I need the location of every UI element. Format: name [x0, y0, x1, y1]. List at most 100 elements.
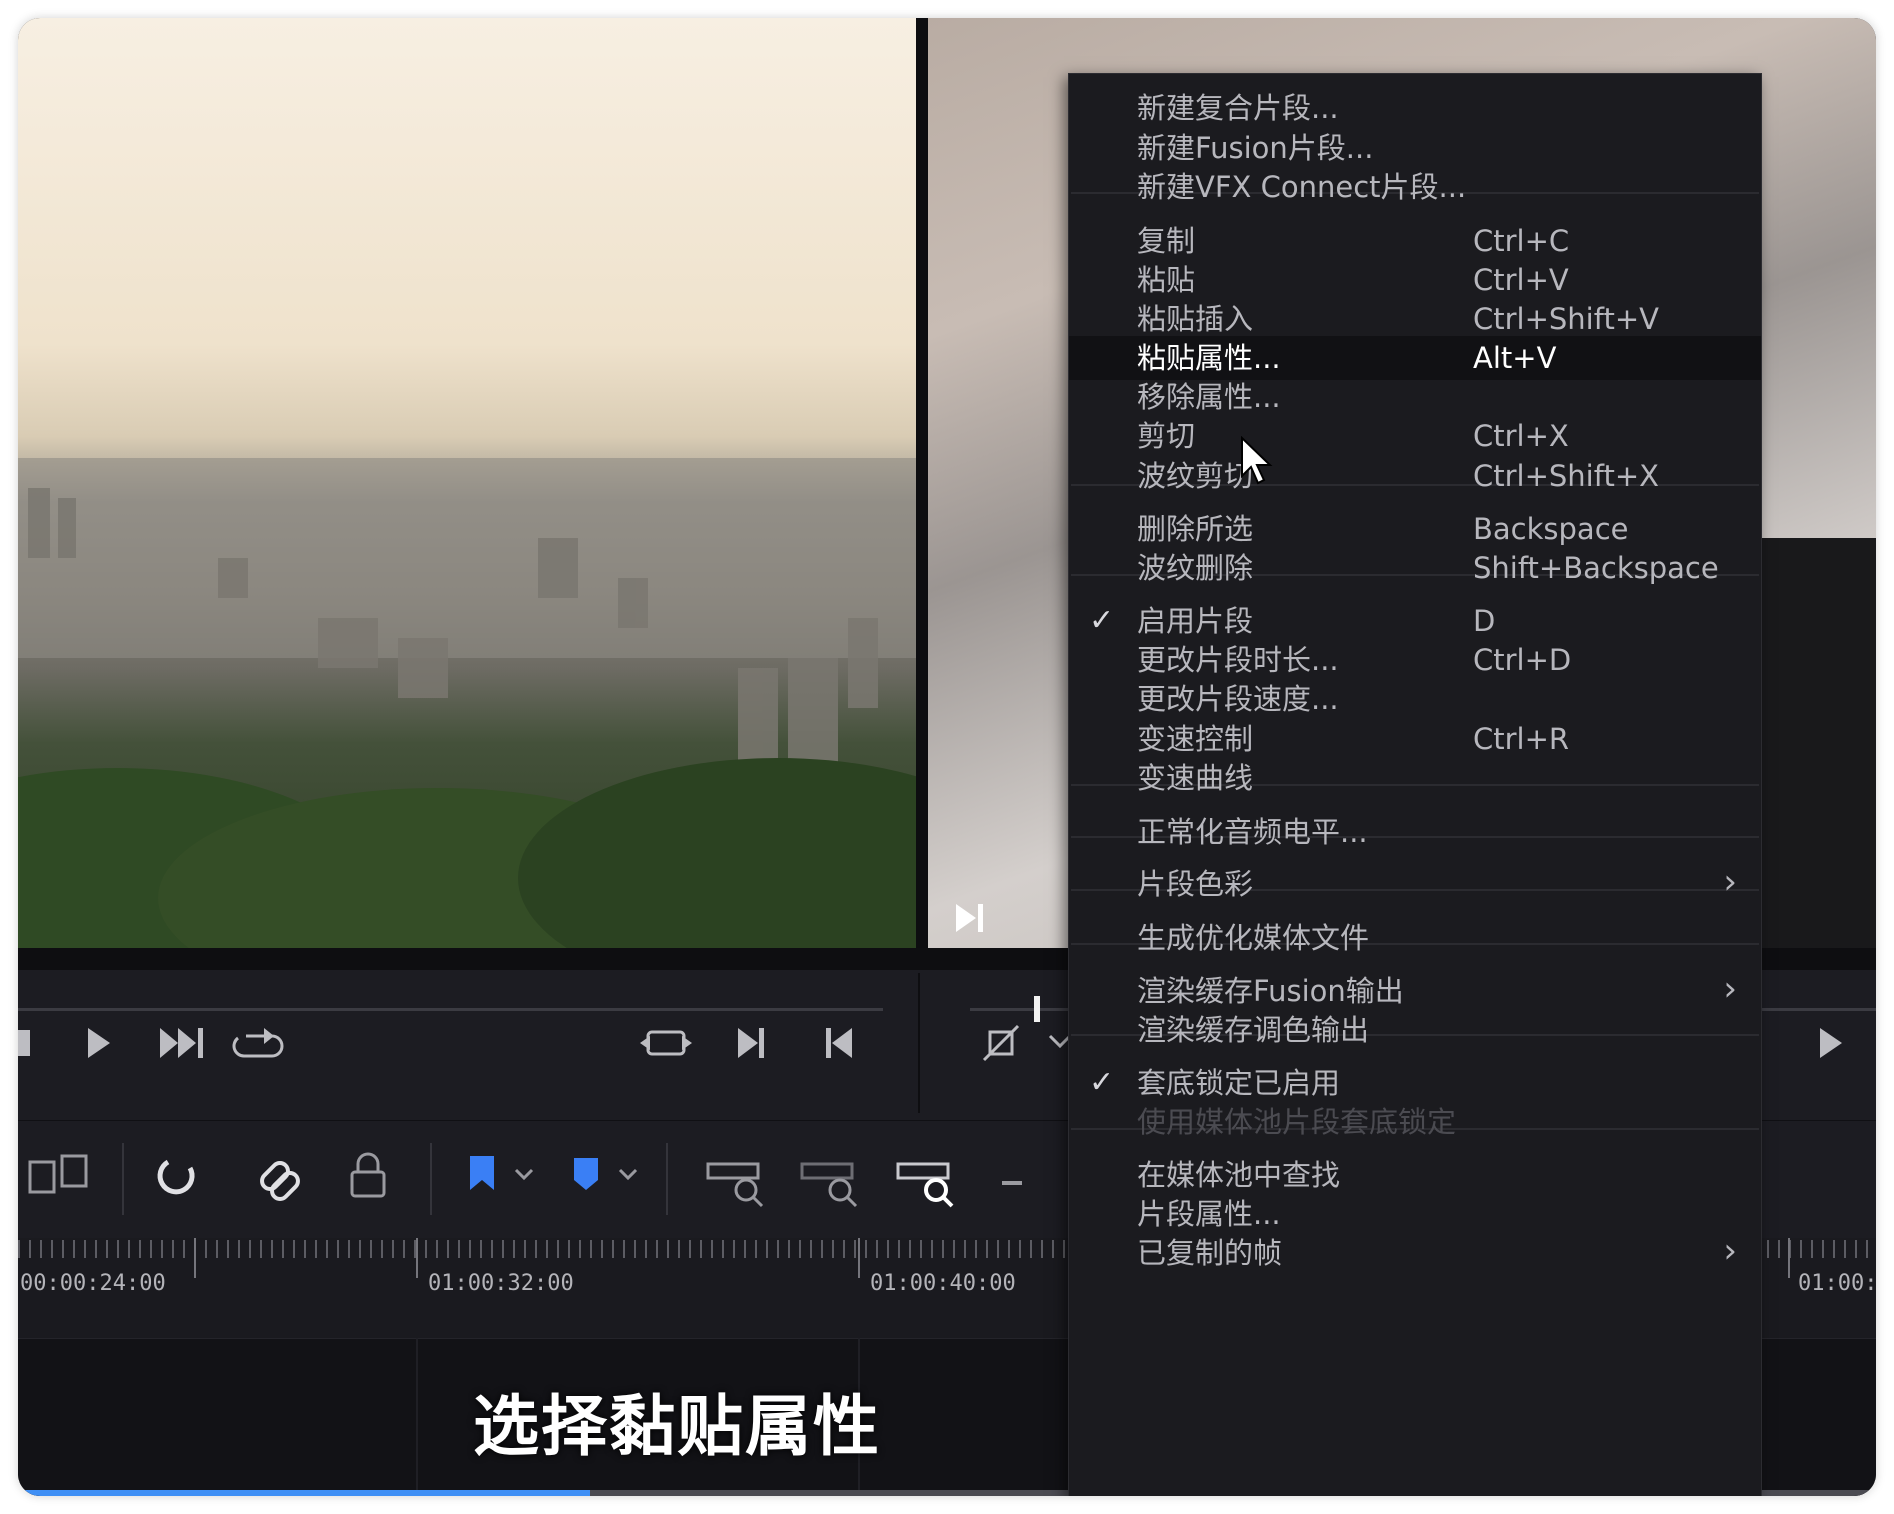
menu-item-label: 粘贴	[1137, 263, 1196, 297]
menu-item[interactable]: ✓ 启用片段 D	[1069, 599, 1761, 643]
menu-item-label: 渲染缓存Fusion输出	[1137, 974, 1404, 1008]
menu-item[interactable]: 渲染缓存调色输出	[1069, 1008, 1761, 1052]
menu-item[interactable]: 变速控制 Ctrl+R	[1069, 717, 1761, 761]
menu-item-label: 新建VFX Connect片段...	[1137, 170, 1467, 204]
menu-item-shortcut: D	[1473, 604, 1496, 638]
zoom-full-icon[interactable]	[706, 1162, 764, 1208]
menu-item-label: 新建Fusion片段...	[1137, 131, 1374, 165]
clip-boundary	[416, 1338, 418, 1496]
ruler-major-tick	[1788, 1238, 1790, 1278]
viewer-divider	[916, 18, 928, 953]
clip-context-menu: 新建复合片段... 新建Fusion片段... 新建VFX Connect片段...…	[1068, 73, 1762, 1496]
zoom-custom-icon[interactable]	[896, 1162, 954, 1208]
menu-item[interactable]: 片段属性...	[1069, 1192, 1761, 1236]
first-frame-icon[interactable]	[826, 1028, 852, 1058]
app-window: 00:00:24:00 01:00:32:00 01:00:40:00 01:0…	[18, 18, 1876, 1496]
menu-item-label: 片段色彩	[1137, 867, 1254, 901]
menu-item-label: 变速曲线	[1137, 761, 1254, 795]
menu-item-label: 粘贴属性...	[1137, 341, 1281, 375]
menu-item-label: 在媒体池中查找	[1137, 1158, 1341, 1192]
menu-item-label: 复制	[1137, 224, 1196, 258]
timecode-label: 00:00:24:00	[20, 1271, 166, 1296]
next-frame-overlay-icon	[956, 904, 983, 932]
marker-icon[interactable]	[574, 1158, 638, 1190]
ruler-major-tick	[416, 1238, 418, 1278]
source-viewer[interactable]	[18, 18, 916, 948]
menu-item-label: 粘贴插入	[1137, 302, 1254, 336]
menu-item[interactable]: 新建VFX Connect片段...	[1069, 165, 1761, 209]
menu-item[interactable]: 删除所选 Backspace	[1069, 507, 1761, 551]
submenu-arrow-icon: ›	[1723, 1231, 1737, 1271]
camera-object	[1756, 538, 1876, 948]
playback-progress[interactable]	[18, 1490, 590, 1496]
snap-icon[interactable]	[157, 1159, 195, 1195]
checkmark-icon: ✓	[1089, 603, 1115, 638]
menu-item-shortcut: Ctrl+Shift+X	[1473, 459, 1659, 493]
menu-item-label: 生成优化媒体文件	[1137, 921, 1370, 955]
menu-item-label: 已复制的帧	[1137, 1236, 1283, 1270]
menu-item[interactable]: 剪切 Ctrl+X	[1069, 414, 1761, 458]
menu-item-label: 片段属性...	[1137, 1197, 1281, 1231]
loop-icon[interactable]	[232, 1028, 284, 1058]
menu-item-shortcut: Backspace	[1473, 512, 1629, 546]
timecode-label: 01:00:40:00	[870, 1271, 1016, 1296]
menu-item-label: 渲染缓存调色输出	[1137, 1013, 1370, 1047]
menu-item[interactable]: 波纹删除 Shift+Backspace	[1069, 546, 1761, 590]
menu-item-shortcut: Ctrl+R	[1473, 722, 1570, 756]
menu-item-label: 剪切	[1137, 419, 1196, 453]
menu-item[interactable]: 复制 Ctrl+C	[1069, 219, 1761, 263]
lock-icon[interactable]	[350, 1152, 386, 1198]
menu-item-shortcut: Alt+V	[1473, 341, 1557, 375]
zoom-out-icon[interactable]	[1002, 1181, 1022, 1185]
menu-item[interactable]: 生成优化媒体文件	[1069, 916, 1761, 960]
city-skyline-image	[18, 458, 916, 948]
menu-item[interactable]: 变速曲线	[1069, 756, 1761, 800]
ruler-major-tick	[858, 1238, 860, 1278]
caption-subtitle: 选择黏贴属性	[473, 1388, 881, 1465]
menu-item-shortcut: Ctrl+V	[1473, 263, 1569, 297]
menu-item[interactable]: 移除属性...	[1069, 375, 1761, 419]
menu-item-label: 删除所选	[1137, 512, 1254, 546]
menu-item[interactable]: 新建Fusion片段...	[1069, 126, 1761, 170]
timecode-label: 01:00:56:00	[1798, 1271, 1876, 1296]
menu-item-label: 使用媒体池片段套底锁定	[1137, 1105, 1457, 1139]
stop-icon[interactable]	[18, 1030, 30, 1056]
crop-icon[interactable]	[982, 1024, 1072, 1062]
menu-item[interactable]: 在媒体池中查找	[1069, 1153, 1761, 1197]
menu-item-label: 新建复合片段...	[1137, 91, 1339, 125]
menu-item-shortcut: Ctrl+C	[1473, 224, 1570, 258]
menu-item[interactable]: 片段色彩 ›	[1069, 862, 1761, 906]
menu-item-label: 更改片段速度...	[1137, 682, 1339, 716]
swap-icon[interactable]	[28, 1154, 88, 1194]
flag-icon[interactable]	[470, 1156, 534, 1190]
menu-item-shortcut: Ctrl+X	[1473, 419, 1569, 453]
ruler-major-tick	[194, 1238, 196, 1278]
menu-item-label: 移除属性...	[1137, 380, 1281, 414]
menu-item[interactable]: 波纹剪切 Ctrl+Shift+X	[1069, 454, 1761, 498]
menu-item[interactable]: 更改片段速度...	[1069, 677, 1761, 721]
menu-item[interactable]: ✓ 套底锁定已启用	[1069, 1061, 1761, 1105]
mouse-cursor-icon	[1241, 436, 1273, 485]
menu-item[interactable]: 新建复合片段...	[1069, 86, 1761, 130]
zoom-detail-icon[interactable]	[800, 1162, 858, 1208]
menu-item[interactable]: 更改片段时长... Ctrl+D	[1069, 638, 1761, 682]
menu-item[interactable]: 粘贴插入 Ctrl+Shift+V	[1069, 297, 1761, 341]
menu-item[interactable]: 正常化音频电平...	[1069, 810, 1761, 854]
next-clip-icon[interactable]	[160, 1028, 203, 1058]
submenu-arrow-icon: ›	[1723, 862, 1737, 902]
menu-item[interactable]: 粘贴属性... Alt+V	[1069, 336, 1761, 380]
last-frame-icon[interactable]	[738, 1028, 764, 1058]
menu-item[interactable]: 已复制的帧 ›	[1069, 1231, 1761, 1275]
menu-item-label: 更改片段时长...	[1137, 643, 1339, 677]
menu-item-shortcut: Ctrl+D	[1473, 643, 1572, 677]
play-icon-right[interactable]	[1820, 1028, 1842, 1058]
menu-item[interactable]: 渲染缓存Fusion输出 ›	[1069, 969, 1761, 1013]
link-icon[interactable]	[259, 1160, 302, 1203]
play-icon[interactable]	[88, 1028, 110, 1058]
menu-item-label: 波纹删除	[1137, 551, 1254, 585]
match-frame-icon[interactable]	[640, 1030, 692, 1056]
menu-item-label: 波纹剪切	[1137, 459, 1254, 493]
menu-item-label: 启用片段	[1137, 604, 1254, 638]
submenu-arrow-icon: ›	[1723, 969, 1737, 1009]
menu-item[interactable]: 粘贴 Ctrl+V	[1069, 258, 1761, 302]
